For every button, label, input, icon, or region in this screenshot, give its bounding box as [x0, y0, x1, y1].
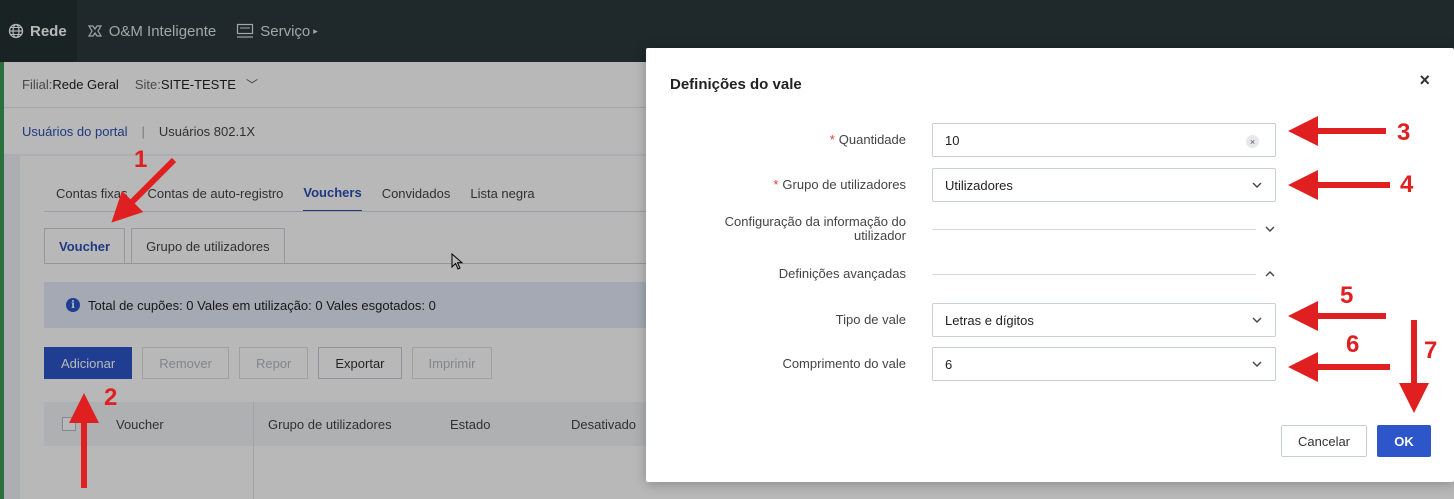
annotation-number-5: 5 — [1340, 282, 1354, 309]
annotation-arrows — [69, 116, 1429, 488]
annotation-number-4: 4 — [1400, 171, 1414, 198]
annotation-number-3: 3 — [1397, 119, 1411, 146]
annotation-number-6: 6 — [1346, 331, 1360, 358]
annotation-number-2: 2 — [104, 384, 118, 411]
annotation-number-1: 1 — [134, 146, 148, 173]
annotation-arrow-1 — [111, 157, 177, 223]
annotation-number-7: 7 — [1424, 337, 1438, 364]
